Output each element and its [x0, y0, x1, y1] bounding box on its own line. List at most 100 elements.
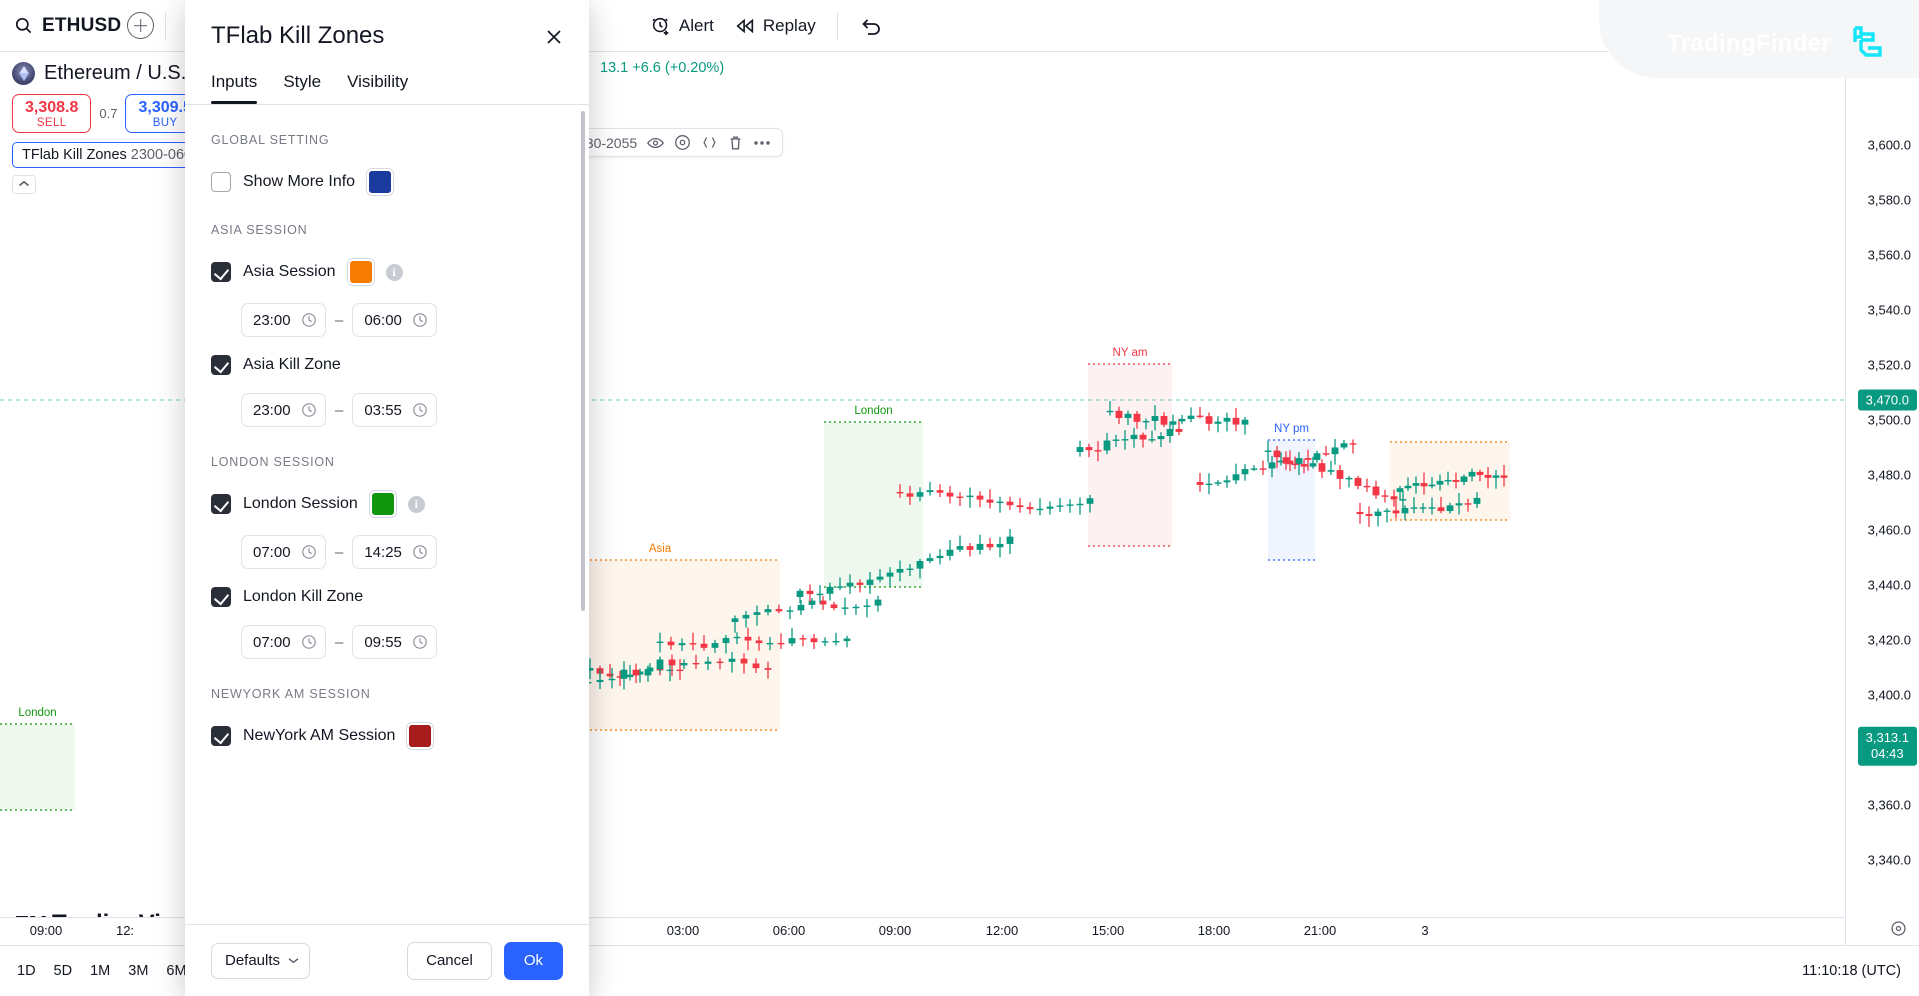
checkbox-newyork-am-session[interactable] [211, 726, 231, 746]
time-input-from[interactable]: 23:00 [241, 303, 326, 337]
range-button-5d[interactable]: 5D [45, 958, 82, 984]
time-tick: 18:00 [1197, 923, 1231, 938]
checkbox-asia-session[interactable] [211, 262, 231, 282]
clock-icon[interactable] [412, 312, 428, 328]
checkbox-asia-kill-zone[interactable] [211, 355, 231, 375]
legend-collapse-button[interactable] [12, 174, 36, 194]
price-tick: 3,560.0 [1867, 247, 1911, 263]
info-icon[interactable]: i [385, 263, 403, 281]
price-tick: 3,520.0 [1867, 357, 1911, 373]
dialog-scrollbar-thumb[interactable] [581, 111, 585, 611]
info-icon[interactable]: i [407, 495, 425, 513]
time-input-to[interactable]: 09:55 [352, 625, 438, 659]
price-tick: 3,400.0 [1867, 687, 1911, 703]
svg-text:NY am: NY am [1113, 347, 1148, 359]
gear-icon[interactable] [1890, 920, 1907, 937]
symbol-search-button[interactable]: ETHUSD [0, 15, 121, 37]
sell-price: 3,308.8 [25, 99, 79, 116]
alert-label: Alert [678, 15, 714, 35]
undo-button[interactable] [849, 9, 893, 43]
time-range-row: 23:00 – 03:55 [241, 393, 563, 427]
setting-row: London Kill Zone [211, 587, 563, 607]
replay-button[interactable]: Replay [724, 10, 826, 42]
indicator-settings-dialog: TFlab Kill Zones Inputs Style Visibility G… [185, 0, 589, 996]
rewind-icon [734, 17, 756, 35]
watermark-text: TradingFinder [1667, 30, 1831, 57]
cancel-button[interactable]: Cancel [407, 941, 492, 980]
alarm-add-icon [650, 15, 672, 37]
tab-inputs[interactable]: Inputs [211, 72, 258, 104]
price-axis[interactable]: USD 3,600.03,580.03,560.03,540.03,520.03… [1845, 52, 1919, 945]
indicator-action-pill: 930-2055 [566, 128, 784, 157]
time-input-to[interactable]: 03:55 [352, 393, 438, 427]
clock-icon[interactable] [412, 634, 428, 650]
time-from-value: 23:00 [253, 311, 291, 329]
section-header: LONDON SESSION [211, 455, 335, 469]
buy-price: 3,309.5 [138, 99, 192, 116]
time-input-from[interactable]: 23:00 [241, 393, 326, 427]
time-from-value: 07:00 [253, 543, 291, 561]
price-tick: 3,580.0 [1867, 192, 1911, 208]
alert-button[interactable]: Alert [640, 9, 724, 43]
trash-icon[interactable] [728, 135, 743, 151]
time-input-from[interactable]: 07:00 [241, 535, 326, 569]
dialog-title: TFlab Kill Zones [211, 22, 385, 49]
clock-icon[interactable] [301, 634, 317, 650]
time-from-value: 23:00 [253, 401, 291, 419]
label-show-more-info: Show More Info [243, 173, 356, 190]
more-horizontal-icon[interactable] [753, 140, 771, 146]
price-tick: 3,340.0 [1867, 852, 1911, 868]
clock-icon[interactable] [301, 544, 317, 560]
eye-icon[interactable] [647, 136, 665, 150]
price-tick: 3,440.0 [1867, 577, 1911, 593]
time-tick: 3 [1421, 923, 1429, 938]
clock-label: 11:10:18 (UTC) [1802, 963, 1901, 979]
checkbox-show-more-info[interactable] [211, 172, 231, 192]
setting-row: Show More Info [211, 169, 563, 195]
plus-circle-icon[interactable] [127, 12, 155, 39]
dialog-tabs: Inputs Style Visibility [211, 72, 565, 104]
settings-icon[interactable] [674, 134, 691, 151]
dialog-scrollbar[interactable] [581, 111, 585, 701]
checkbox-london-session[interactable] [211, 494, 231, 514]
time-to-value: 03:55 [364, 401, 402, 419]
time-tick: 03:00 [666, 923, 700, 938]
tab-style[interactable]: Style [283, 72, 321, 104]
clock-icon[interactable] [301, 312, 317, 328]
setting-row: London Session i [211, 491, 563, 517]
dialog-header: TFlab Kill Zones Inputs Style Visibility [185, 0, 589, 104]
time-input-to[interactable]: 14:25 [352, 535, 438, 569]
color-swatch-newyork-am-session[interactable] [407, 723, 434, 749]
time-input-from[interactable]: 07:00 [241, 625, 326, 659]
price-tick: 3,460.0 [1867, 522, 1911, 538]
sell-label: SELL [36, 116, 67, 129]
clock-icon[interactable] [412, 402, 428, 418]
checkbox-london-kill-zone[interactable] [211, 587, 231, 607]
tab-visibility[interactable]: Visibility [347, 72, 408, 104]
svg-text:NY pm: NY pm [1274, 423, 1309, 435]
chevron-up-icon [18, 180, 30, 188]
range-button-1d[interactable]: 1D [8, 958, 45, 984]
sell-button[interactable]: 3,308.8 SELL [12, 94, 92, 133]
price-tick: 3,600.0 [1867, 137, 1911, 153]
chevron-down-icon [288, 957, 299, 964]
color-swatch-show-more-info[interactable] [367, 169, 394, 195]
ok-button[interactable]: Ok [503, 941, 563, 980]
close-button[interactable] [539, 22, 569, 52]
time-from-value: 07:00 [253, 633, 291, 651]
clock-icon[interactable] [412, 544, 428, 560]
symbol-ticker: ETHUSD [42, 14, 122, 36]
clock-icon[interactable] [301, 402, 317, 418]
color-swatch-london-session[interactable] [369, 491, 396, 517]
range-button-1m[interactable]: 1M [81, 958, 119, 984]
svg-text:London: London [18, 707, 56, 719]
range-button-3m[interactable]: 3M [119, 958, 157, 984]
time-tick: 15:00 [1091, 923, 1125, 938]
time-input-to[interactable]: 06:00 [352, 303, 438, 337]
dialog-body[interactable]: GLOBAL SETTING Show More Info ASIA SESSION… [185, 105, 589, 924]
last-price-badge: 3,313.1 04:43 [1857, 726, 1917, 766]
defaults-dropdown[interactable]: Defaults [211, 942, 311, 979]
source-code-icon[interactable] [701, 135, 718, 150]
color-swatch-asia-session[interactable] [347, 259, 374, 285]
range-dash: – [335, 401, 344, 419]
